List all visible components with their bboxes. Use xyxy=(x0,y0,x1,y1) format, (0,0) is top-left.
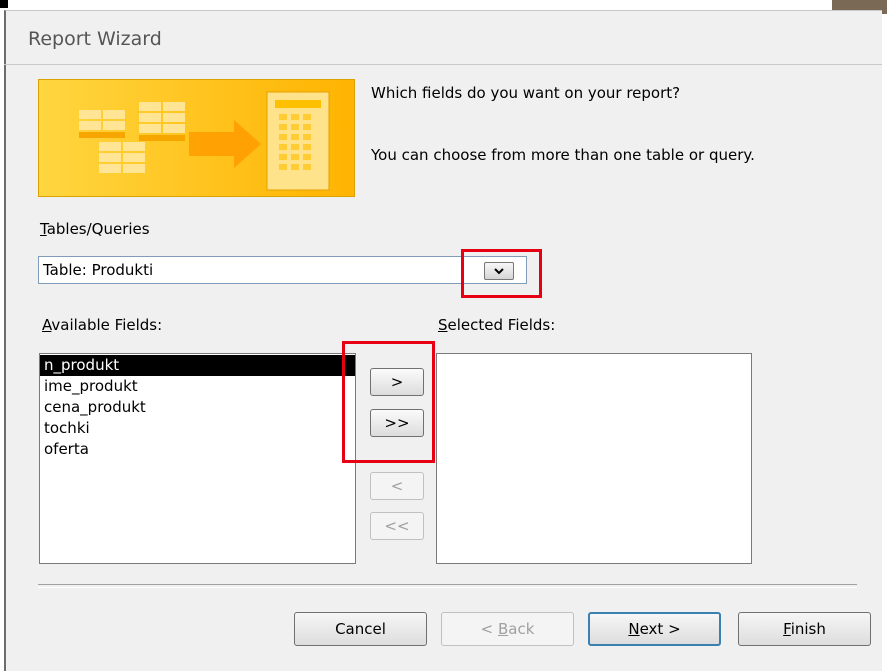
title-separator xyxy=(4,64,882,65)
selected-fields-label-text: elected Fields: xyxy=(447,316,556,334)
window-corner xyxy=(0,0,8,8)
prompt-hint: You can choose from more than one table … xyxy=(371,146,755,164)
list-item[interactable]: cena_produkt xyxy=(40,397,355,418)
dialog-title: Report Wizard xyxy=(28,28,162,50)
cancel-button[interactable]: Cancel xyxy=(294,612,427,646)
available-fields-label-text: vailable Fields: xyxy=(51,316,163,334)
banner-graphic-icon xyxy=(39,80,354,196)
selected-fields-label: Selected Fields: xyxy=(438,316,555,334)
list-item[interactable]: oferta xyxy=(40,439,355,460)
tables-queries-combobox[interactable]: Table: Produkti xyxy=(38,256,527,284)
finish-button-accel: F xyxy=(783,620,791,638)
available-fields-label: Available Fields: xyxy=(42,316,162,334)
list-item[interactable]: tochki xyxy=(40,418,355,439)
next-button-accel: N xyxy=(628,620,640,638)
tables-queries-value: Table: Produkti xyxy=(43,261,154,279)
tables-queries-label: Tables/Queries xyxy=(40,220,150,238)
list-item[interactable]: n_produkt xyxy=(40,355,355,376)
prompt-question: Which fields do you want on your report? xyxy=(371,84,681,102)
available-fields-accel: A xyxy=(42,316,52,334)
available-fields-items: n_produkt ime_produkt cena_produkt tochk… xyxy=(40,354,355,460)
tables-queries-label-text: ables/Queries xyxy=(46,220,150,238)
footer-separator xyxy=(38,584,857,588)
back-button-accel: B xyxy=(497,620,509,638)
finish-button-text: inish xyxy=(790,620,826,638)
next-button-text: ext > xyxy=(639,620,681,638)
remove-all-fields-button[interactable]: << xyxy=(370,512,424,540)
highlight-dropdown xyxy=(461,249,542,298)
tables-queries-accel: T xyxy=(40,220,47,238)
back-button-prefix: < xyxy=(480,620,498,638)
back-button[interactable]: < Back xyxy=(441,612,574,646)
selected-fields-accel: S xyxy=(438,316,448,334)
finish-button[interactable]: Finish xyxy=(738,612,871,646)
back-button-text: ack xyxy=(508,620,535,638)
next-button[interactable]: Next > xyxy=(588,612,721,646)
remove-field-button[interactable]: < xyxy=(370,472,424,500)
available-fields-list[interactable]: n_produkt ime_produkt cena_produkt tochk… xyxy=(39,353,356,564)
report-wizard-illustration xyxy=(38,79,355,197)
list-item[interactable]: ime_produkt xyxy=(40,376,355,397)
highlight-move-buttons xyxy=(342,341,435,463)
selected-fields-list[interactable] xyxy=(436,353,752,564)
